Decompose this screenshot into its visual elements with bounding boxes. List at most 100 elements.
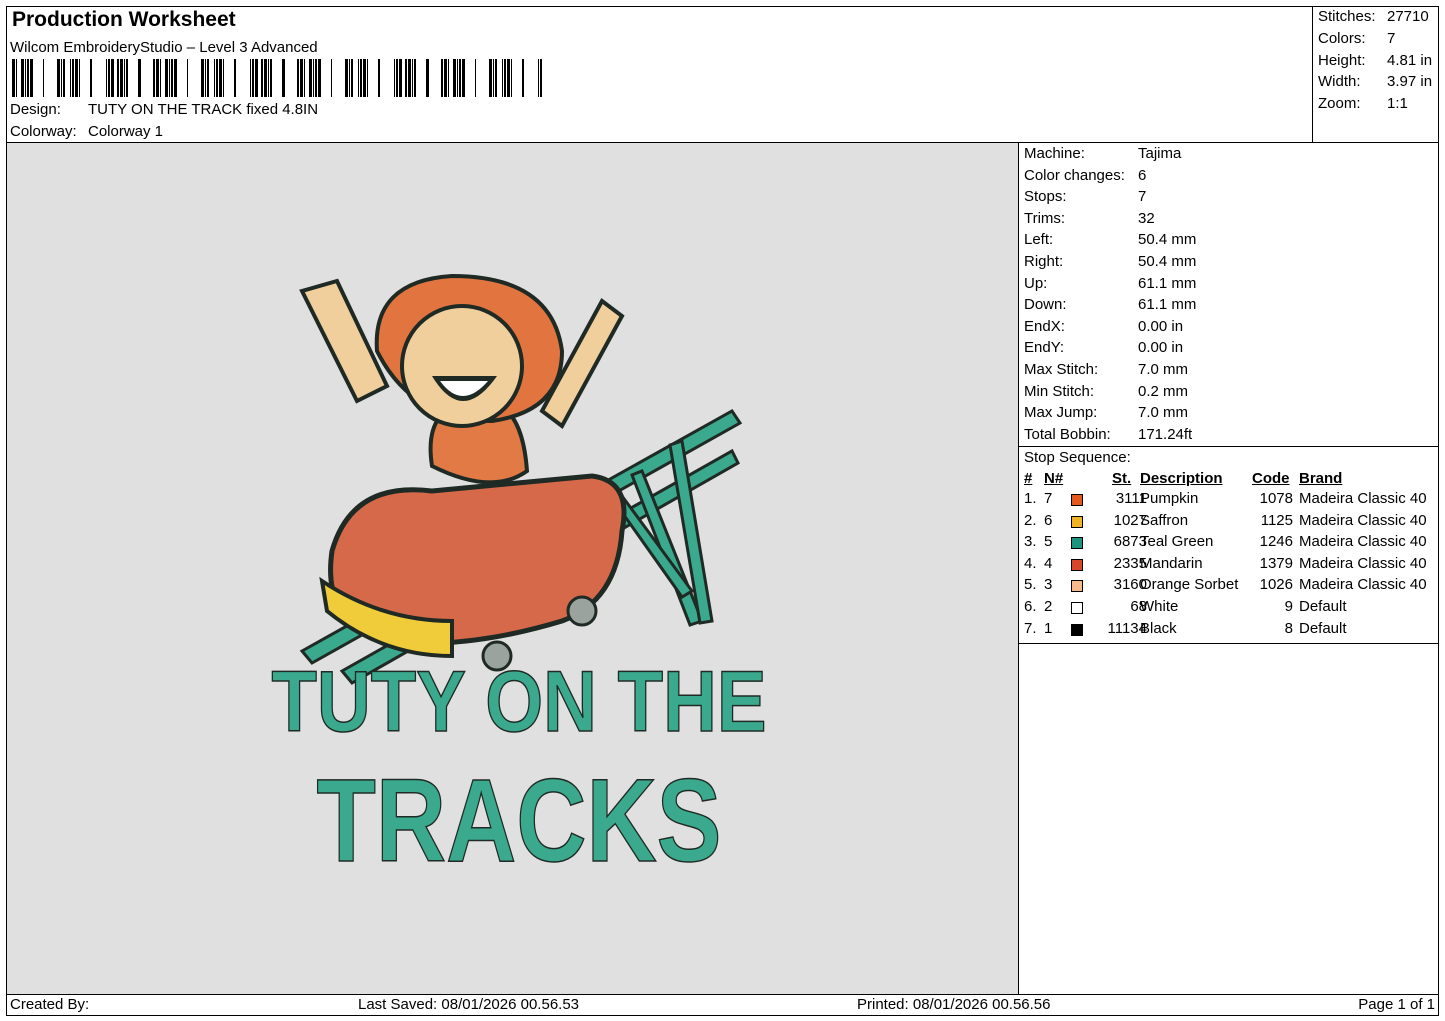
- barcode-bar: [489, 59, 492, 97]
- color-swatch-icon: [1071, 580, 1083, 593]
- barcode-bar: [358, 59, 359, 97]
- barcode-bar: [507, 59, 510, 97]
- barcode-bar: [363, 59, 366, 97]
- barcode-bar: [30, 59, 33, 97]
- barcode-bar: [250, 59, 251, 97]
- barcode-bar: [21, 59, 24, 97]
- barcode-bar: [444, 59, 447, 97]
- machine-info-value: 50.4 mm: [1138, 253, 1197, 270]
- barcode-bar: [43, 59, 44, 97]
- stop-sequence-row: 4. 4 2335 Mandarin 1379 Madeira Classic 40: [1019, 555, 1439, 576]
- height-value: 4.81 in: [1387, 52, 1433, 69]
- barcode-bar: [160, 59, 161, 97]
- barcode-bar: [502, 59, 503, 97]
- barcode-bar: [538, 59, 539, 97]
- barcode-bar: [79, 59, 80, 97]
- design-summary: Stitches: 27710 Colors: 7 Height: 4.81 i…: [1313, 6, 1439, 143]
- barcode-bar: [165, 59, 168, 97]
- barcode-bar: [511, 59, 512, 97]
- thread-code: 1246: [1259, 533, 1293, 551]
- stop-index: 1.: [1024, 490, 1037, 507]
- barcode-bar: [214, 59, 215, 97]
- stop-sequence-row: 7. 1 11134 Black 8 Default: [1019, 620, 1439, 641]
- barcode-bar: [57, 59, 60, 97]
- barcode-bar: [394, 59, 395, 97]
- thread-brand: Madeira Classic 40: [1299, 490, 1427, 507]
- stop-index: 2.: [1024, 511, 1037, 529]
- machine-info-label: Left:: [1024, 231, 1054, 249]
- machine-info-value: 7: [1138, 188, 1147, 206]
- barcode-bar: [412, 59, 413, 97]
- stop-sequence-title: Stop Sequence:: [1024, 449, 1131, 466]
- col-header-num: #: [1024, 470, 1033, 487]
- col-header-stitches: St.: [1112, 470, 1132, 487]
- thread-code: 1379: [1259, 554, 1293, 572]
- worksheet-header: Production Worksheet Wilcom EmbroiderySt…: [6, 6, 1313, 143]
- barcode-bar: [111, 59, 114, 97]
- col-header-brand: Brand: [1299, 470, 1343, 487]
- barcode-bar: [378, 59, 380, 97]
- zoom-label: Zoom:: [1318, 95, 1361, 112]
- machine-info-label: EndY:: [1024, 339, 1065, 357]
- barcode-bar: [313, 59, 314, 97]
- page-number: Page 1 of 1: [1358, 996, 1435, 1013]
- col-header-code: Code: [1252, 470, 1290, 487]
- machine-info-label: Stops:: [1024, 188, 1067, 206]
- worksheet-footer: Created By: Last Saved: 08/01/2026 00.56…: [6, 994, 1439, 1016]
- design-name: TUTY ON THE TRACK fixed 4.8IN: [88, 101, 319, 118]
- barcode-bar: [223, 59, 224, 97]
- barcode-bar: [264, 59, 267, 97]
- barcode-bar: [234, 59, 236, 97]
- height-label: Height:: [1318, 52, 1366, 69]
- stop-index: 6.: [1024, 598, 1037, 615]
- machine-info-value: 171.24ft: [1138, 425, 1193, 443]
- barcode-bar: [70, 59, 71, 97]
- barcode-bar: [453, 59, 456, 97]
- machine-info-value: 0.00 in: [1138, 339, 1184, 357]
- thread-brand: Madeira Classic 40: [1299, 533, 1427, 551]
- stop-sequence-row: 5. 3 3160 Orange Sorbet 1026 Madeira Classic …: [1019, 576, 1439, 597]
- barcode-bar: [408, 59, 411, 97]
- barcode-bar: [117, 59, 119, 97]
- machine-info-label: Up:: [1024, 274, 1048, 292]
- machine-info-label: Max Jump:: [1024, 404, 1098, 422]
- col-header-needle: N#: [1044, 470, 1064, 487]
- barcode-bar: [360, 59, 362, 97]
- barcode-bar: [61, 59, 62, 97]
- color-swatch-icon: [1071, 537, 1083, 550]
- thread-brand: Madeira Classic 40: [1299, 554, 1427, 572]
- barcode-bar: [426, 59, 429, 97]
- col-header-description: Description: [1140, 470, 1223, 487]
- barcode-bar: [90, 59, 92, 97]
- color-swatch-icon: [1071, 515, 1083, 528]
- barcode-bar: [522, 59, 524, 97]
- barcode-bar: [27, 59, 29, 97]
- barcode-bar: [255, 59, 258, 97]
- barcode-bar: [207, 59, 209, 97]
- thread-description: Teal Green: [1140, 533, 1214, 551]
- thread-brand: Default: [1299, 619, 1347, 637]
- barcode-bar: [25, 59, 26, 97]
- barcode-bar: [300, 59, 303, 97]
- machine-info-value: 6: [1138, 166, 1147, 184]
- barcode-bar: [171, 59, 173, 97]
- thread-description: Orange Sorbet: [1140, 576, 1239, 594]
- colors-value: 7: [1387, 30, 1396, 47]
- thread-description: Black: [1140, 619, 1177, 637]
- machine-info-label: Trims:: [1024, 209, 1066, 227]
- barcode-bar: [205, 59, 206, 97]
- thread-description: Pumpkin: [1140, 490, 1199, 507]
- needle-number: 1: [1044, 619, 1053, 637]
- coaster-car: [319, 473, 627, 672]
- barcode-bar: [187, 59, 188, 97]
- barcode-bar: [156, 59, 159, 97]
- created-by: Created By:: [10, 996, 90, 1013]
- barcode-bar: [120, 59, 123, 97]
- barcode-bar: [399, 59, 402, 97]
- thread-description: Mandarin: [1140, 554, 1203, 572]
- stop-sequence-row: 6. 2 68 White 9 Default: [1019, 598, 1439, 619]
- zoom-value: 1:1: [1387, 95, 1408, 112]
- machine-info-value: 32: [1138, 209, 1155, 227]
- barcode-bar: [75, 59, 78, 97]
- barcode-bar: [457, 59, 458, 97]
